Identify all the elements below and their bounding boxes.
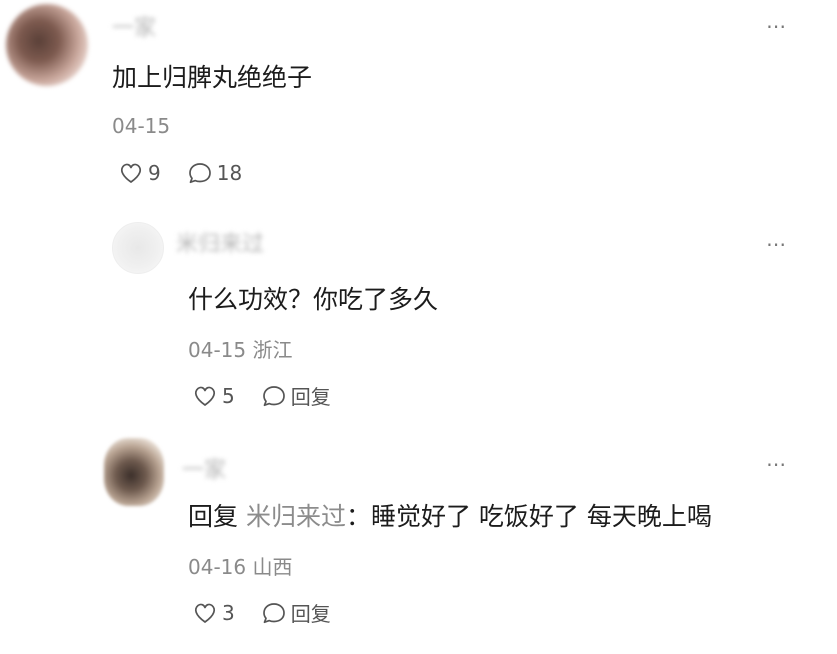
reply-location: 山西 [252, 555, 293, 579]
reply-prefix: 回复 [188, 502, 239, 531]
like-button[interactable]: 5 [192, 384, 235, 408]
like-count: 5 [222, 383, 235, 408]
more-dots-icon[interactable]: ⋯ [766, 16, 787, 36]
reply-button[interactable]: 回复 [261, 381, 331, 410]
comment-actions: 9 18 [118, 161, 268, 185]
heart-outline-icon [194, 386, 216, 406]
reply-label: 回复 [290, 602, 331, 626]
reply-button[interactable]: 回复 [261, 598, 331, 627]
reply-username[interactable]: 米归来过 [176, 226, 264, 258]
comment-date: 04-15 [112, 114, 171, 138]
heart-outline-icon [120, 163, 142, 183]
comment-username[interactable]: 一家 [112, 10, 156, 42]
comment-text: 加上归脾丸绝绝子 [112, 63, 313, 92]
comment-bubble-icon [188, 163, 211, 184]
like-count: 9 [148, 161, 161, 185]
reply-meta: 04-16 山西 [188, 551, 292, 580]
reply-actions: 5 回复 [192, 381, 357, 410]
avatar[interactable] [104, 438, 164, 506]
reply-text: ：睡觉好了 吃饭好了 每天晚上喝 [345, 502, 712, 531]
like-count: 3 [222, 600, 235, 625]
more-dots-icon[interactable]: ⋯ [766, 454, 787, 474]
reply-location: 浙江 [252, 338, 293, 362]
like-button[interactable]: 9 [118, 161, 161, 185]
heart-outline-icon [194, 603, 216, 623]
avatar[interactable] [6, 4, 88, 86]
comment-bubble-icon [262, 602, 285, 623]
reply-count: 18 [216, 161, 243, 185]
comment-thread: 一家 ⋯ 加上归脾丸绝绝子 04-15 9 18 米归来过 ⋯ 什么功效？你吃了… [0, 0, 837, 654]
reply-text: 什么功效？你吃了多久 [188, 285, 439, 314]
reply-text-line: 回复 米归来过：睡觉好了 吃饭好了 每天晚上喝 [188, 497, 712, 533]
reply-label: 回复 [290, 385, 331, 409]
mention-link[interactable]: 米归来过 [246, 502, 346, 531]
reply-meta: 04-15 浙江 [188, 334, 292, 363]
avatar[interactable] [112, 222, 164, 274]
reply-date: 04-15 [188, 338, 247, 362]
reply-date: 04-16 [188, 555, 247, 579]
comment-bubble-icon [262, 385, 285, 406]
like-button[interactable]: 3 [192, 601, 235, 625]
reply-count-button[interactable]: 18 [187, 161, 242, 185]
reply-actions: 3 回复 [192, 598, 357, 627]
more-dots-icon[interactable]: ⋯ [766, 234, 787, 254]
reply-username[interactable]: 一家 [182, 452, 226, 484]
